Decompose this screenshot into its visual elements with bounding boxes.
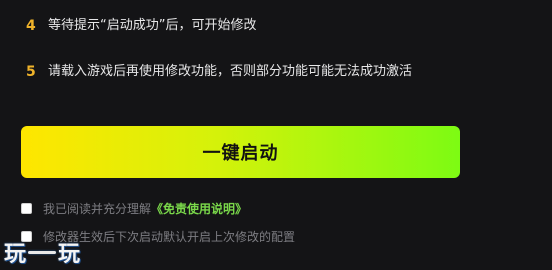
- step-number: 5: [26, 64, 36, 80]
- step-4: 4 等待提示“启动成功”后，可开始修改: [26, 16, 256, 36]
- watermark-char-left: 玩: [4, 241, 27, 267]
- watermark-char-right: 玩: [58, 241, 81, 267]
- restore-config-text: 修改器生效后下次启动默认开启上次修改的配置: [43, 229, 296, 244]
- one-click-launch-button[interactable]: 一键启动: [21, 126, 460, 178]
- agree-disclaimer-row: 我已阅读并充分理解 《免责使用说明》: [21, 199, 247, 217]
- launch-button-label: 一键启动: [202, 143, 279, 164]
- step-5: 5 请载入游戏后再使用修改功能，否则部分功能可能无法成功激活: [26, 62, 412, 82]
- agree-disclaimer-text: 我已阅读并充分理解: [43, 201, 152, 216]
- step-text: 等待提示“启动成功”后，可开始修改: [48, 18, 257, 33]
- step-number: 4: [26, 18, 36, 34]
- watermark-dash: [28, 250, 57, 254]
- step-text: 请载入游戏后再使用修改功能，否则部分功能可能无法成功激活: [48, 64, 413, 79]
- agree-disclaimer-checkbox[interactable]: [21, 202, 32, 214]
- disclaimer-link[interactable]: 《免责使用说明》: [151, 200, 247, 217]
- watermark-logo: 玩 玩: [4, 236, 80, 268]
